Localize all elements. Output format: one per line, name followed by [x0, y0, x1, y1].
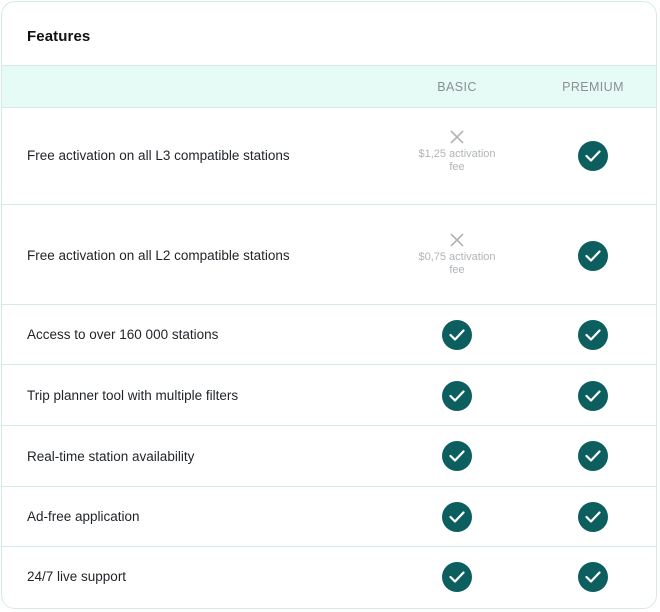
check-circle-icon	[442, 320, 472, 350]
premium-cell	[533, 320, 653, 350]
table-row: Access to over 160 000 stations	[2, 305, 656, 365]
check-circle-icon	[578, 241, 608, 271]
x-icon	[450, 130, 464, 144]
basic-cell: $0,75 activation fee	[397, 233, 517, 277]
basic-cell: $1,25 activation fee	[397, 130, 517, 174]
x-icon	[450, 233, 464, 247]
check-circle-icon	[578, 141, 608, 171]
basic-cell	[397, 562, 517, 592]
check-circle-icon	[442, 441, 472, 471]
check-circle-icon	[578, 381, 608, 411]
feature-label: Ad-free application	[27, 509, 140, 524]
check-circle-icon	[442, 381, 472, 411]
table-row: 24/7 live support	[2, 547, 656, 608]
check-circle-icon	[578, 441, 608, 471]
check-circle-icon	[578, 502, 608, 532]
feature-label: Free activation on all L2 compatible sta…	[27, 248, 290, 263]
table-row: Real-time station availability	[2, 426, 656, 487]
basic-cell	[397, 381, 517, 411]
column-header-premium: PREMIUM	[562, 80, 624, 94]
basic-cell	[397, 320, 517, 350]
premium-cell	[533, 502, 653, 532]
feature-label: Access to over 160 000 stations	[27, 327, 219, 342]
basic-cell	[397, 441, 517, 471]
features-comparison-card: Features BASIC PREMIUM Free activation o…	[1, 1, 657, 609]
fee-note: $0,75 activation fee	[418, 251, 496, 276]
table-row: Free activation on all L2 compatible sta…	[2, 205, 656, 305]
table-row: Trip planner tool with multiple filters	[2, 365, 656, 426]
feature-label: Trip planner tool with multiple filters	[27, 388, 239, 403]
feature-label: Free activation on all L3 compatible sta…	[27, 148, 290, 163]
feature-label: Real-time station availability	[27, 449, 195, 464]
table-row: Ad-free application	[2, 487, 656, 547]
premium-cell	[533, 141, 653, 171]
feature-label: 24/7 live support	[27, 569, 127, 584]
premium-cell	[533, 241, 653, 271]
premium-cell	[533, 562, 653, 592]
table-row: Free activation on all L3 compatible sta…	[2, 108, 656, 205]
card-title: Features	[27, 28, 91, 45]
premium-cell	[533, 441, 653, 471]
check-circle-icon	[578, 320, 608, 350]
column-header-basic: BASIC	[437, 80, 477, 94]
check-circle-icon	[578, 562, 608, 592]
premium-cell	[533, 381, 653, 411]
table-header: BASIC PREMIUM	[2, 65, 656, 108]
check-circle-icon	[442, 562, 472, 592]
basic-cell	[397, 502, 517, 532]
fee-note: $1,25 activation fee	[418, 148, 496, 173]
check-circle-icon	[442, 502, 472, 532]
